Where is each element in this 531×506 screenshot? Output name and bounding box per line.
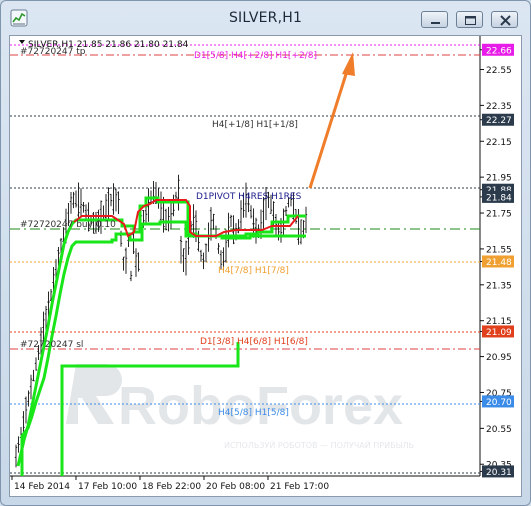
- ohlc-bar: [14, 444, 18, 468]
- ohlc-bar: [72, 191, 75, 209]
- ohlc-bar: [124, 247, 128, 274]
- ohlc-bar: [204, 243, 208, 263]
- ohlc-bar: [24, 396, 28, 424]
- order-label-buy: #72720247 buy 0.10: [20, 220, 116, 230]
- forecast-arrow: [308, 52, 355, 189]
- ohlc-bar: [187, 234, 190, 255]
- time-label-4: 20 Feb 08:00: [206, 482, 265, 492]
- watermark: RoboForex ИСПОЛЬЗУЙ РОБОТОВ — ПОЛУЧАЙ ПР…: [66, 364, 414, 450]
- ohlc-bar: [22, 411, 25, 432]
- ohlc-bar: [297, 208, 300, 245]
- ohlc-bar: [104, 193, 108, 222]
- chart-header: SILVER,H1 21.85 21.86 21.80 21.84: [19, 40, 189, 50]
- ohlc-bar: [69, 192, 73, 214]
- ohlc-bar: [177, 174, 180, 211]
- watermark-logo-icon: [66, 364, 122, 424]
- price-label: 22.27: [486, 116, 512, 126]
- ohlc-bar: [84, 204, 88, 220]
- chart-area[interactable]: RoboForex ИСПОЛЬЗУЙ РОБОТОВ — ПОЛУЧАЙ ПР…: [9, 35, 522, 497]
- ohlc-bar: [199, 249, 203, 262]
- ohlc-bar: [109, 193, 113, 207]
- price-axis: 22.6622.5522.3522.2722.1521.9521.8821.84…: [480, 43, 514, 478]
- minimize-button[interactable]: [421, 11, 448, 28]
- ohlc-bar: [102, 205, 105, 220]
- ohlc-bar: [164, 208, 168, 231]
- order-labels: #72720247 tp #72720247 buy 0.10 #7272024…: [20, 47, 116, 350]
- ohlc-bar: [227, 212, 230, 248]
- order-label-sl: #72720247 sl: [20, 340, 83, 350]
- level-label-h4-plus1-8: H4[+1/8] H1[+1/8]: [212, 120, 298, 130]
- price-label: 21.48: [486, 258, 512, 268]
- close-button[interactable]: [491, 11, 518, 28]
- price-label: 22.66: [486, 46, 512, 56]
- price-label: 21.09: [486, 328, 512, 338]
- ohlc-bar: [167, 206, 170, 232]
- price-label: 20.55: [486, 425, 512, 435]
- time-label-1: 14 Feb 2014: [14, 482, 70, 492]
- price-label: 21.95: [486, 174, 512, 184]
- ohlc-bar: [122, 256, 125, 271]
- price-label: 22.55: [486, 66, 512, 76]
- ohlc-bar: [114, 188, 118, 212]
- ohlc-bar: [217, 243, 220, 254]
- chart-window: SILVER,H1 RoboForex ИСПОЛЬЗУЙ РОБОТОВ — …: [0, 0, 531, 506]
- ohlc-bar: [182, 248, 185, 273]
- ohlc-bar: [159, 191, 163, 222]
- title-bar[interactable]: SILVER,H1: [1, 1, 530, 35]
- minimize-icon: [431, 22, 440, 24]
- ohlc-bar: [79, 188, 83, 218]
- price-label: 21.84: [486, 193, 512, 203]
- ohlc-bar: [239, 200, 243, 231]
- ohlc-bar: [107, 187, 110, 219]
- time-label-3: 18 Feb 22:00: [142, 482, 201, 492]
- ohlc-bar: [172, 194, 175, 217]
- price-label: 20.31: [486, 468, 512, 478]
- ohlc-bar: [74, 190, 78, 208]
- ohlc-bar: [17, 436, 20, 453]
- ohlc-bar: [34, 357, 38, 371]
- arrow-head-icon: [342, 52, 355, 76]
- ohlc-bar: [212, 213, 215, 230]
- watermark-brand: RoboForex: [118, 376, 403, 436]
- price-label: 20.95: [486, 353, 512, 363]
- price-label: 20.70: [486, 398, 512, 408]
- close-icon: [500, 15, 511, 26]
- dropdown-triangle-icon[interactable]: [19, 40, 25, 44]
- price-label: 21.75: [486, 210, 512, 220]
- price-label: 22.35: [486, 102, 512, 112]
- maximize-button[interactable]: [456, 11, 483, 28]
- ohlc-bar: [29, 374, 33, 400]
- ohlc-bar: [249, 205, 253, 219]
- time-label-5: 21 Feb 17:00: [270, 482, 329, 492]
- time-axis: 14 Feb 2014 17 Feb 10:00 18 Feb 22:00 20…: [11, 476, 329, 492]
- ohlc-bar: [82, 201, 85, 213]
- ohlc-bar: [117, 191, 120, 215]
- ohlc-bar: [112, 183, 115, 215]
- ohlc-bar: [237, 219, 240, 234]
- level-label-d1-5-8: D1[5/8] H4[+2/8] H1[+2/8]: [194, 51, 317, 61]
- level-label-d1-pivot: D1PIVOT H4RES H1RES: [196, 192, 302, 202]
- ohlc-bar: [179, 235, 183, 264]
- price-label: 21.35: [486, 281, 512, 291]
- ohlc-bar: [197, 230, 200, 252]
- chart-symbol-ohlc: SILVER,H1 21.85 21.86 21.80 21.84: [28, 40, 189, 50]
- level-label-h4-5-8: H4[5/8] H1[5/8]: [218, 408, 289, 418]
- level-label-h4-7-8: H4[7/8] H1[7/8]: [218, 266, 289, 276]
- price-label: 21.55: [486, 245, 512, 255]
- ohlc-bar: [129, 270, 133, 282]
- ohlc-bar: [134, 248, 138, 277]
- ohlc-bar: [229, 214, 233, 228]
- watermark-tagline: ИСПОЛЬЗУЙ РОБОТОВ — ПОЛУЧАЙ ПРИБЫЛЬ: [224, 439, 414, 450]
- price-label: 22.15: [486, 138, 512, 148]
- ohlc-bar: [202, 252, 205, 270]
- restore-icon: [465, 16, 476, 25]
- level-label-d1-3-8: D1[3/8] H4[6/8] H1[6/8]: [200, 337, 308, 347]
- price-chart[interactable]: RoboForex ИСПОЛЬЗУЙ РОБОТОВ — ПОЛУЧАЙ ПР…: [10, 36, 521, 496]
- ohlc-bar: [299, 219, 303, 245]
- ohlc-bar: [32, 369, 35, 382]
- window-title: SILVER,H1: [228, 10, 303, 26]
- ohlc-bar: [184, 240, 188, 276]
- time-label-2: 17 Feb 10:00: [78, 482, 137, 492]
